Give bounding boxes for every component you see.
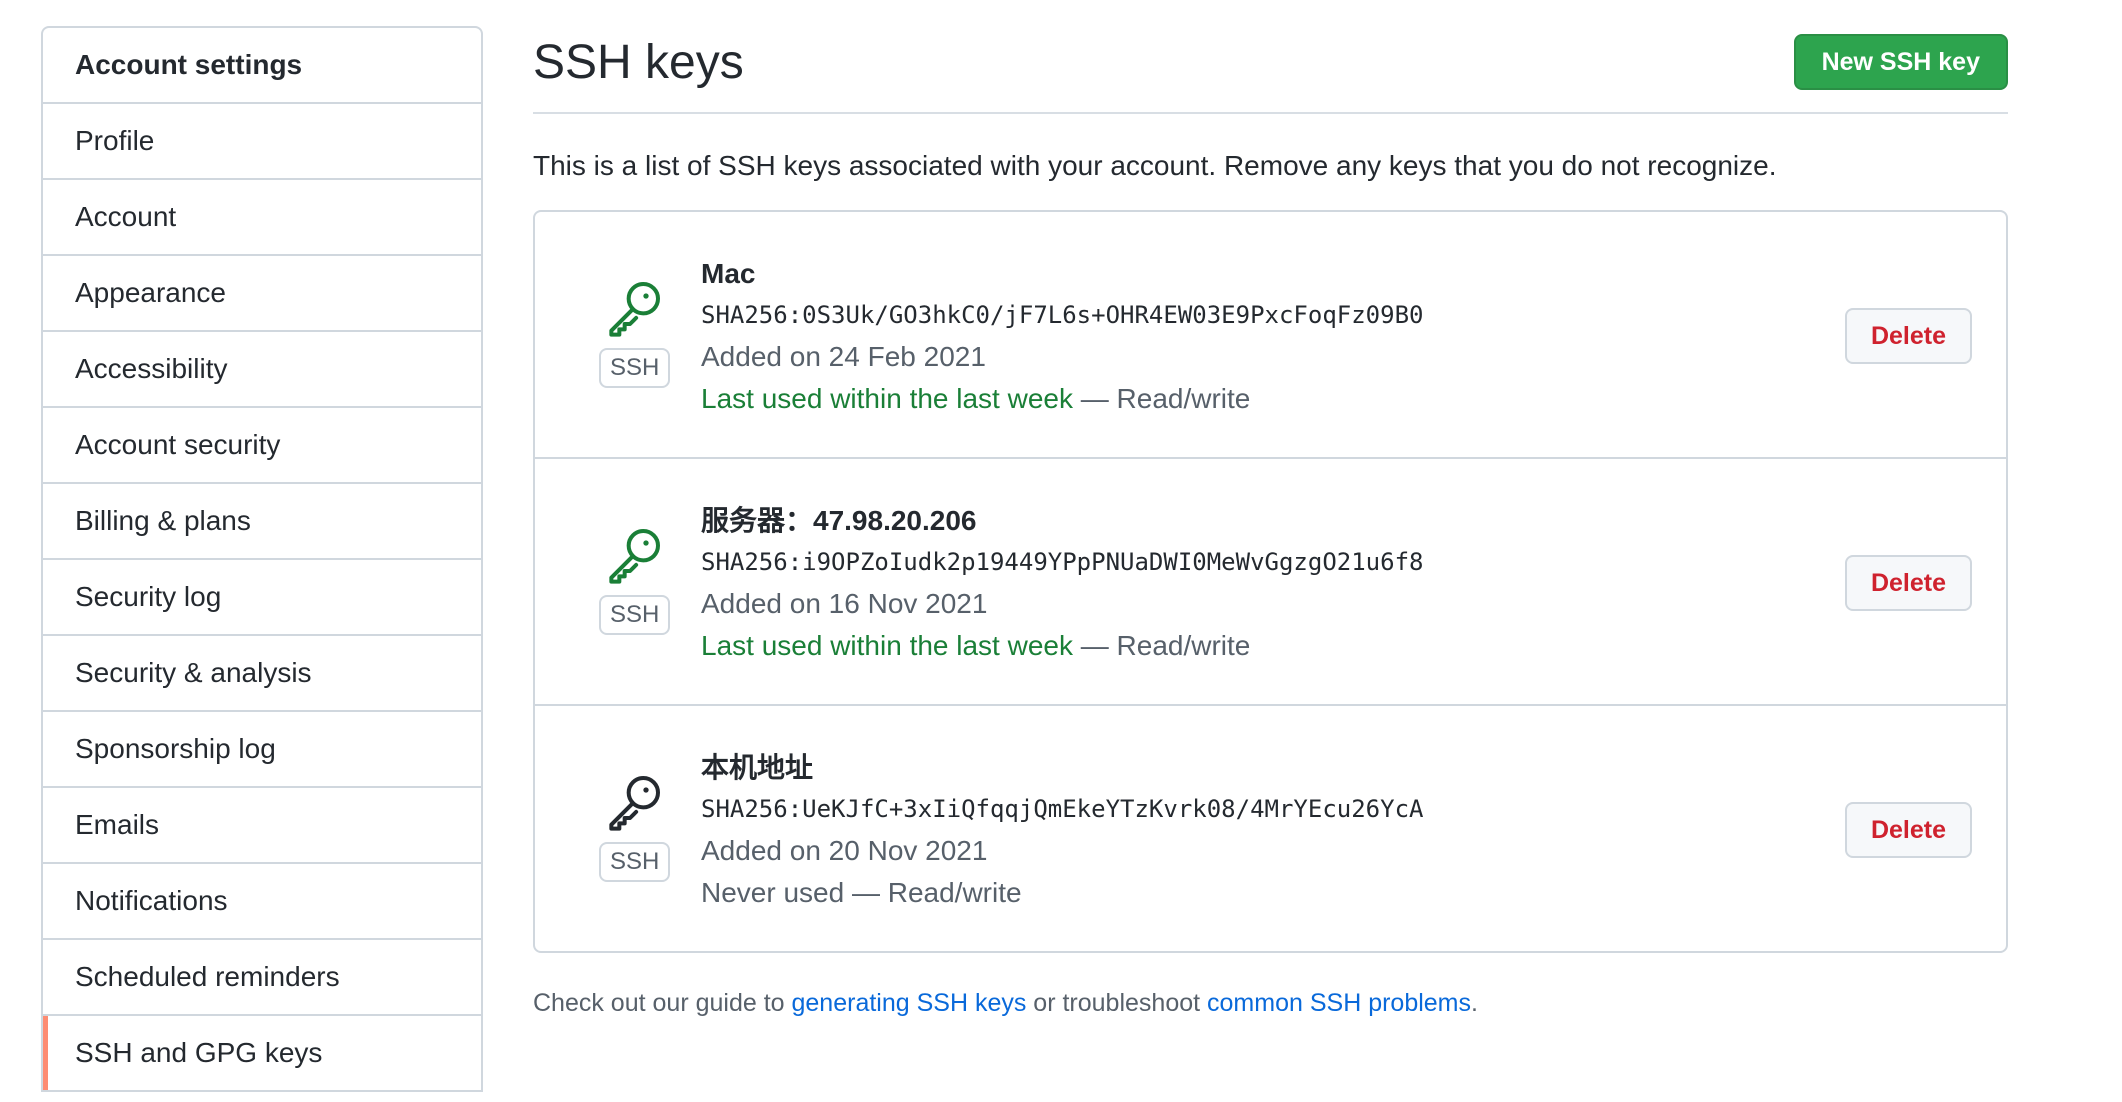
key-icon-group: SSH [599,523,671,635]
sidebar-item-ssh-gpg-keys[interactable]: SSH and GPG keys [43,1016,481,1092]
key-fingerprint: SHA256:0S3Uk/GO3hkC0/jF7L6s+OHR4EW03E9Px… [701,301,1424,329]
key-info: Mac SHA256:0S3Uk/GO3hkC0/jF7L6s+OHR4EW03… [701,254,1423,420]
key-title: 服务器：47.98.20.206 [701,505,977,536]
sidebar-item-accessibility[interactable]: Accessibility [43,332,481,408]
key-last-used: Never used [701,877,845,908]
key-access: — Read/write [1072,383,1251,414]
sidebar-item-account[interactable]: Account [43,180,481,256]
key-last-used: Last used within the last week [701,630,1073,661]
footer-suffix: . [1471,989,1478,1017]
sidebar-heading: Account settings [43,28,481,104]
main-content: SSH keys New SSH key This is a list of S… [533,26,2008,1043]
page-description: This is a list of SSH keys associated wi… [533,150,1777,181]
help-footer: Check out our guide to generating SSH ke… [533,989,2008,1018]
key-usage: Last used within the last week — Read/wr… [701,378,1423,420]
key-added-date: Added on 24 Feb 2021 [701,341,986,372]
key-usage: Never used — Read/write [701,872,1423,914]
sidebar-item-scheduled-reminders[interactable]: Scheduled reminders [43,940,481,1016]
sidebar-item-account-security[interactable]: Account security [43,408,481,484]
ssh-key-row: SSH 本机地址 SHA256:UeKJfC+3xIiQfqqjQmEkeYTz… [535,706,2006,951]
delete-key-button[interactable]: Delete [1844,555,1972,611]
key-usage: Last used within the last week — Read/wr… [701,625,1423,667]
sidebar-item-notifications[interactable]: Notifications [43,864,481,940]
key-icon [599,276,669,340]
sidebar-item-security-analysis[interactable]: Security & analysis [43,636,481,712]
ssh-badge: SSH [599,595,671,635]
sidebar-item-billing-plans[interactable]: Billing & plans [43,484,481,560]
key-last-used: Last used within the last week [701,383,1073,414]
generating-ssh-keys-link[interactable]: generating SSH keys [792,989,1027,1017]
ssh-key-row: SSH Mac SHA256:0S3Uk/GO3hkC0/jF7L6s+OHR4… [535,212,2006,459]
ssh-keys-list: SSH Mac SHA256:0S3Uk/GO3hkC0/jF7L6s+OHR4… [533,210,2008,953]
delete-key-button[interactable]: Delete [1844,308,1972,364]
page-title: SSH keys [533,36,744,89]
key-fingerprint: SHA256:i9OPZoIudk2p19449YPpPNUaDWI0MeWvG… [701,548,1424,576]
key-fingerprint: SHA256:UeKJfC+3xIiQfqqjQmEkeYTzKvrk08/4M… [701,795,1424,823]
key-title: Mac [701,258,756,289]
ssh-key-row: SSH 服务器：47.98.20.206 SHA256:i9OPZoIudk2p… [535,459,2006,706]
key-info: 服务器：47.98.20.206 SHA256:i9OPZoIudk2p1944… [701,501,1423,667]
sidebar-item-emails[interactable]: Emails [43,788,481,864]
sidebar-item-sponsorship-log[interactable]: Sponsorship log [43,712,481,788]
sidebar-item-profile[interactable]: Profile [43,104,481,180]
key-access: — Read/write [844,877,1022,908]
page-header: SSH keys New SSH key [533,26,2008,114]
footer-prefix: Check out our guide to [533,989,792,1017]
sidebar-item-security-log[interactable]: Security log [43,560,481,636]
key-added-date: Added on 16 Nov 2021 [701,588,988,619]
key-icon-group: SSH [599,276,671,388]
delete-key-button[interactable]: Delete [1844,802,1972,858]
key-access: — Read/write [1072,630,1251,661]
ssh-badge: SSH [599,348,671,388]
ssh-badge: SSH [599,842,671,882]
key-icon [599,770,669,834]
key-title: 本机地址 [701,752,814,783]
settings-sidebar: Account settings Profile Account Appeara… [41,26,483,1092]
key-info: 本机地址 SHA256:UeKJfC+3xIiQfqqjQmEkeYTzKvrk… [701,748,1423,914]
key-icon [599,523,669,587]
sidebar-item-appearance[interactable]: Appearance [43,256,481,332]
new-ssh-key-button[interactable]: New SSH key [1793,34,2008,90]
key-icon-group: SSH [599,770,671,882]
footer-middle: or troubleshoot [1026,989,1208,1017]
common-ssh-problems-link[interactable]: common SSH problems [1207,989,1471,1017]
key-added-date: Added on 20 Nov 2021 [701,835,988,866]
